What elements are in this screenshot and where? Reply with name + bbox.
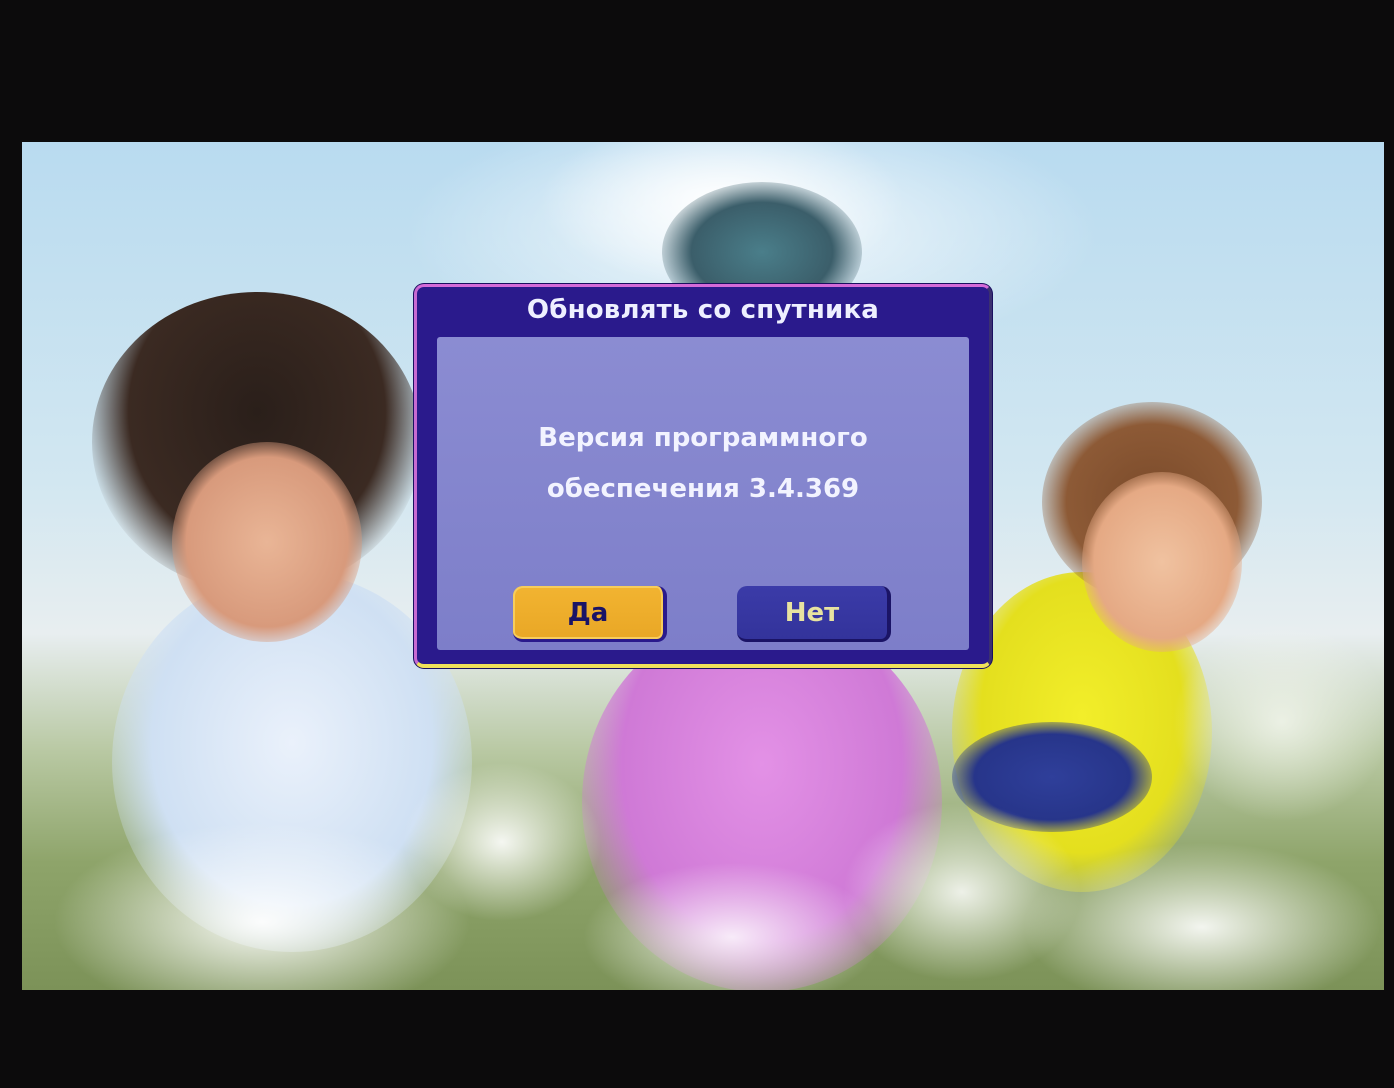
message-line-2: обеспечения 3.4.369 bbox=[546, 474, 860, 504]
child-right-face bbox=[1082, 472, 1242, 652]
dialog-body: Версия программного обеспечения 3.4.369 … bbox=[437, 337, 969, 650]
flowers bbox=[1172, 622, 1384, 822]
no-button[interactable]: Нет bbox=[737, 586, 891, 642]
flowers bbox=[402, 762, 602, 922]
dialog-title: Обновлять со спутника bbox=[526, 295, 880, 325]
yes-button[interactable]: Да bbox=[513, 586, 667, 642]
dialog-message: Версия программного обеспечения 3.4.369 bbox=[437, 413, 969, 515]
message-line-1: Версия программного bbox=[538, 423, 868, 453]
child-left-face bbox=[172, 442, 362, 642]
tv-screen: Обновлять со спутника Версия программног… bbox=[0, 0, 1394, 1088]
update-dialog: Обновлять со спутника Версия программног… bbox=[414, 284, 992, 668]
